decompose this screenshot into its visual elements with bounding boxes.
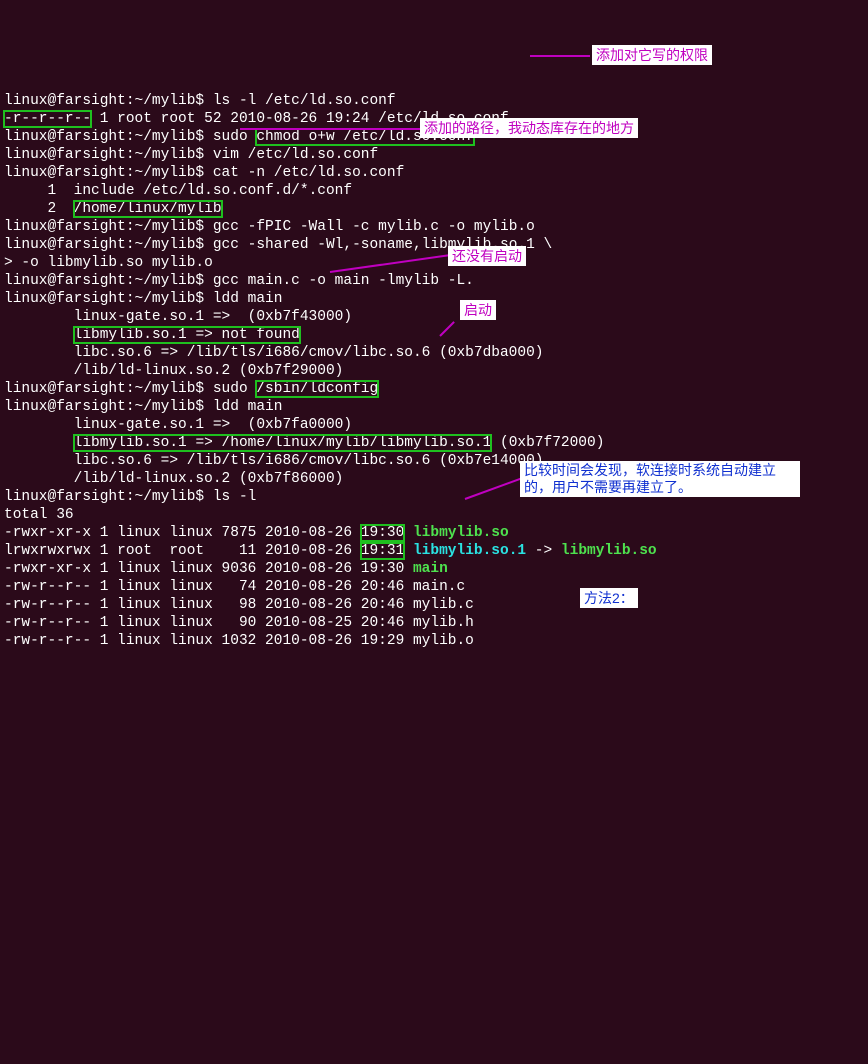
terminal[interactable]: linux@farsight:~/mylib$ ls -l /etc/ld.so…	[4, 92, 864, 650]
prompt: linux@farsight:~/mylib$	[4, 381, 204, 397]
prompt: linux@farsight:~/mylib$	[4, 291, 204, 307]
terminal-line: 1 include /etc/ld.so.conf.d/*.conf	[4, 182, 864, 200]
terminal-line: linux@farsight:~/mylib$ vim /etc/ld.so.c…	[4, 146, 864, 164]
terminal-line: -rw-r--r-- 1 linux linux 90 2010-08-25 2…	[4, 614, 864, 632]
prompt: linux@farsight:~/mylib$	[4, 219, 204, 235]
prompt: linux@farsight:~/mylib$	[4, 147, 204, 163]
terminal-line: libc.so.6 => /lib/tls/i686/cmov/libc.so.…	[4, 344, 864, 362]
terminal-line: linux-gate.so.1 => (0xb7fa0000)	[4, 416, 864, 434]
terminal-line: /lib/ld-linux.so.2 (0xb7f29000)	[4, 362, 864, 380]
terminal-line: linux@farsight:~/mylib$ ldd main	[4, 398, 864, 416]
prompt: linux@farsight:~/mylib$	[4, 399, 204, 415]
terminal-line: linux@farsight:~/mylib$ gcc -fPIC -Wall …	[4, 218, 864, 236]
terminal-line: total 36	[4, 506, 864, 524]
annotation-write-perm: 添加对它写的权限	[592, 45, 712, 65]
prompt: linux@farsight:~/mylib$	[4, 273, 204, 289]
terminal-line: linux@farsight:~/mylib$ sudo /sbin/ldcon…	[4, 380, 864, 398]
terminal-line: -rwxr-xr-x 1 linux linux 9036 2010-08-26…	[4, 560, 864, 578]
terminal-line: -rw-r--r-- 1 linux linux 1032 2010-08-26…	[4, 632, 864, 650]
prompt: linux@farsight:~/mylib$	[4, 489, 204, 505]
terminal-line: linux-gate.so.1 => (0xb7f43000)	[4, 308, 864, 326]
terminal-line: linux@farsight:~/mylib$ gcc -shared -Wl,…	[4, 236, 864, 254]
terminal-line: libmylib.so.1 => not found	[4, 326, 864, 344]
terminal-line: lrwxrwxrwx 1 root root 11 2010-08-26 19:…	[4, 542, 864, 560]
prompt: linux@farsight:~/mylib$	[4, 237, 204, 253]
terminal-line: linux@farsight:~/mylib$ ls -l /etc/ld.so…	[4, 92, 864, 110]
terminal-line: -rwxr-xr-x 1 linux linux 7875 2010-08-26…	[4, 524, 864, 542]
terminal-line: linux@farsight:~/mylib$ gcc main.c -o ma…	[4, 272, 864, 290]
arrow-1	[530, 55, 590, 57]
arrow-2	[240, 128, 420, 130]
terminal-line: libmylib.so.1 => /home/linux/mylib/libmy…	[4, 434, 864, 452]
annotation-path: 添加的路径，我动态库存在的地方	[420, 118, 638, 138]
prompt: linux@farsight:~/mylib$	[4, 165, 204, 181]
prompt: linux@farsight:~/mylib$	[4, 93, 204, 109]
annotation-method2: 方法2：	[580, 588, 638, 608]
terminal-line: -rw-r--r-- 1 linux linux 74 2010-08-26 2…	[4, 578, 864, 596]
annotation-symlink: 比较时间会发现，软连接时系统自动建立的，用户不需要再建立了。	[520, 461, 800, 497]
annotation-not-started: 还没有启动	[448, 246, 526, 266]
terminal-line: -rw-r--r-- 1 linux linux 98 2010-08-26 2…	[4, 596, 864, 614]
prompt: linux@farsight:~/mylib$	[4, 129, 204, 145]
terminal-line: linux@farsight:~/mylib$ ldd main	[4, 290, 864, 308]
annotation-started: 启动	[460, 300, 496, 320]
terminal-line: 2 /home/linux/mylib	[4, 200, 864, 218]
terminal-line: linux@farsight:~/mylib$ cat -n /etc/ld.s…	[4, 164, 864, 182]
